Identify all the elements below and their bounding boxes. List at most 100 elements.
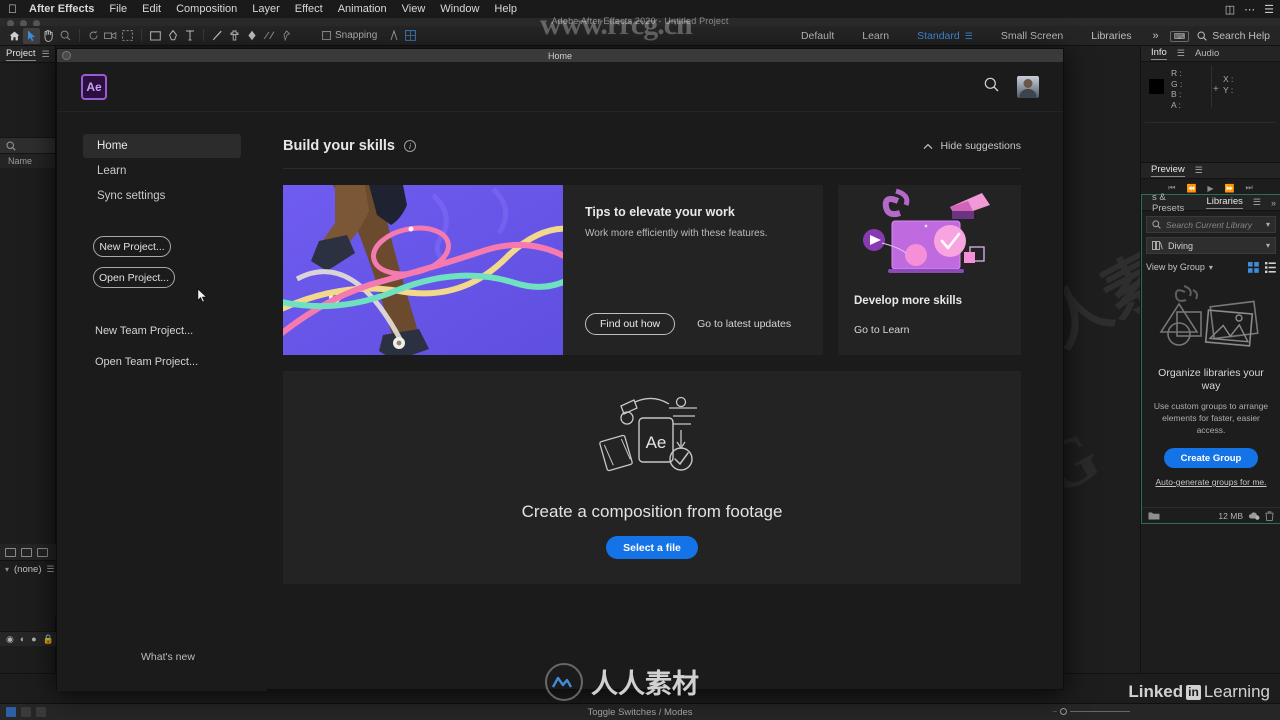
snapping-toggle[interactable]: Snapping	[322, 30, 377, 41]
latest-updates-link[interactable]: Go to latest updates	[697, 318, 791, 330]
search-icon[interactable]	[984, 77, 999, 97]
info-icon[interactable]: i	[404, 140, 416, 152]
play-icon[interactable]: ▶	[1207, 184, 1213, 193]
apple-icon[interactable]: 	[8, 2, 17, 16]
tips-card[interactable]: Tips to elevate your work Work more effi…	[283, 185, 823, 355]
menu-animation[interactable]: Animation	[338, 3, 387, 15]
eraser-tool-icon[interactable]	[243, 28, 260, 44]
chevron-down-icon-view[interactable]: ▾	[1209, 263, 1213, 272]
folder-icon[interactable]	[1148, 511, 1160, 520]
interpret-footage-icon[interactable]	[5, 547, 16, 557]
current-library-select[interactable]: Diving ▾	[1146, 237, 1276, 254]
libraries-overflow-icon[interactable]: »	[1271, 198, 1280, 208]
menu-extras-icon[interactable]: ☰	[1264, 3, 1274, 16]
last-frame-icon[interactable]: ⏭	[1246, 183, 1253, 193]
zoom-out-icon[interactable]: −	[1052, 707, 1057, 716]
sidebar-item-learn[interactable]: Learn	[83, 159, 241, 183]
open-team-project-link[interactable]: Open Team Project...	[95, 356, 267, 368]
hamburger-icon-info[interactable]: ☰	[1177, 48, 1185, 59]
workspace-libraries[interactable]: Libraries	[1077, 26, 1145, 46]
open-project-button[interactable]: Open Project...	[93, 267, 175, 288]
eye-icon[interactable]: ◉	[6, 634, 14, 645]
workspace-overflow-icon[interactable]: »	[1146, 30, 1166, 42]
select-a-file-button[interactable]: Select a file	[606, 536, 698, 559]
text-tool-icon[interactable]	[181, 28, 198, 44]
menu-after-effects[interactable]: After Effects	[29, 3, 94, 15]
grid-view-icon[interactable]	[1248, 261, 1259, 273]
tab-libraries[interactable]: Libraries	[1206, 196, 1243, 209]
search-help[interactable]: Search Help	[1193, 30, 1280, 42]
rotation-tool-icon[interactable]	[85, 28, 102, 44]
go-to-learn-link[interactable]: Go to Learn	[854, 324, 909, 336]
workspace-menu-icon[interactable]: ☰	[965, 31, 973, 41]
cloud-sync-icon[interactable]	[1248, 511, 1260, 520]
pan-behind-tool-icon[interactable]	[119, 28, 136, 44]
selection-tool-icon[interactable]	[23, 27, 40, 44]
tab-info[interactable]: Info	[1151, 47, 1167, 60]
hamburger-icon-preview[interactable]: ☰	[1195, 165, 1203, 176]
brush-tool-icon[interactable]	[209, 28, 226, 44]
menu-help[interactable]: Help	[494, 3, 517, 15]
pen-tool-icon[interactable]	[164, 28, 181, 44]
tab-preview[interactable]: Preview	[1151, 164, 1185, 177]
menu-effect[interactable]: Effect	[295, 3, 323, 15]
next-frame-icon[interactable]: ⏩	[1225, 184, 1235, 193]
hide-suggestions-button[interactable]: Hide suggestions	[923, 140, 1021, 152]
snapping-checkbox[interactable]	[322, 31, 331, 40]
zoom-slider-knob[interactable]	[1060, 708, 1067, 715]
trash-icon[interactable]	[1265, 510, 1274, 521]
hamburger-icon-libraries[interactable]: ☰	[1253, 197, 1261, 208]
auto-generate-groups-link[interactable]: Auto-generate groups for me.	[1150, 477, 1272, 488]
sidebar-item-home[interactable]: Home	[83, 134, 241, 158]
hamburger-icon-2[interactable]: ☰	[46, 564, 54, 575]
align-tool-icon[interactable]	[385, 28, 402, 44]
home-icon[interactable]	[6, 28, 23, 44]
menu-edit[interactable]: Edit	[142, 3, 161, 15]
avatar[interactable]	[1017, 75, 1039, 98]
hamburger-icon[interactable]: ☰	[42, 49, 50, 60]
camera-tool-icon[interactable]	[102, 28, 119, 44]
workspace-default[interactable]: Default	[787, 26, 848, 46]
project-column-header[interactable]: Name	[0, 153, 55, 168]
new-project-button[interactable]: New Project...	[93, 236, 171, 257]
chevron-down-icon[interactable]: ▾	[5, 565, 9, 574]
control-center-icon[interactable]: ⋯	[1244, 3, 1255, 16]
tab-effects-presets[interactable]: s & Presets	[1152, 192, 1196, 214]
sidebar-item-sync-settings[interactable]: Sync settings	[83, 184, 241, 208]
chevron-down-icon-search[interactable]: ▾	[1266, 220, 1270, 229]
grid-guides-icon[interactable]	[402, 28, 419, 44]
solo-icon[interactable]: ◐	[20, 634, 25, 644]
create-group-button[interactable]: Create Group	[1164, 448, 1258, 468]
library-search-input[interactable]: Search Current Library ▾	[1146, 216, 1276, 233]
puppet-pin-tool-icon[interactable]	[277, 28, 294, 44]
workspace-small-screen[interactable]: Small Screen	[987, 26, 1077, 46]
view-by-group-label[interactable]: View by Group	[1146, 262, 1205, 272]
menu-view[interactable]: View	[402, 3, 426, 15]
project-search-input[interactable]	[0, 137, 55, 153]
new-folder-icon[interactable]	[21, 547, 32, 557]
workspace-standard[interactable]: Standard ☰	[903, 26, 987, 46]
new-team-project-link[interactable]: New Team Project...	[95, 325, 267, 337]
tab-audio[interactable]: Audio	[1195, 48, 1219, 59]
find-out-how-button[interactable]: Find out how	[585, 313, 676, 335]
keyboard-shortcuts-icon[interactable]: ⌨	[1169, 30, 1190, 42]
project-item-list[interactable]	[0, 168, 55, 438]
skills-card[interactable]: Develop more skills Go to Learn	[838, 185, 1021, 355]
hand-tool-icon[interactable]	[40, 28, 57, 44]
lock-icon[interactable]: 🔒	[43, 634, 54, 645]
zoom-tool-icon[interactable]	[57, 28, 74, 44]
menu-layer[interactable]: Layer	[252, 3, 280, 15]
chevron-down-icon-library[interactable]: ▾	[1266, 241, 1270, 250]
new-comp-icon[interactable]	[37, 547, 48, 557]
screen-share-icon[interactable]: ◫	[1225, 3, 1235, 16]
whats-new-link[interactable]: What's new	[141, 651, 195, 663]
workspace-learn[interactable]: Learn	[848, 26, 903, 46]
zoom-slider-track[interactable]	[1070, 711, 1130, 712]
menu-window[interactable]: Window	[440, 3, 479, 15]
roto-brush-tool-icon[interactable]	[260, 28, 277, 44]
tab-project[interactable]: Project	[6, 48, 36, 61]
clone-stamp-tool-icon[interactable]	[226, 28, 243, 44]
effect-controls-row[interactable]: ▾ (none) ☰	[0, 561, 56, 577]
menu-composition[interactable]: Composition	[176, 3, 237, 15]
list-view-icon[interactable]	[1265, 261, 1276, 273]
